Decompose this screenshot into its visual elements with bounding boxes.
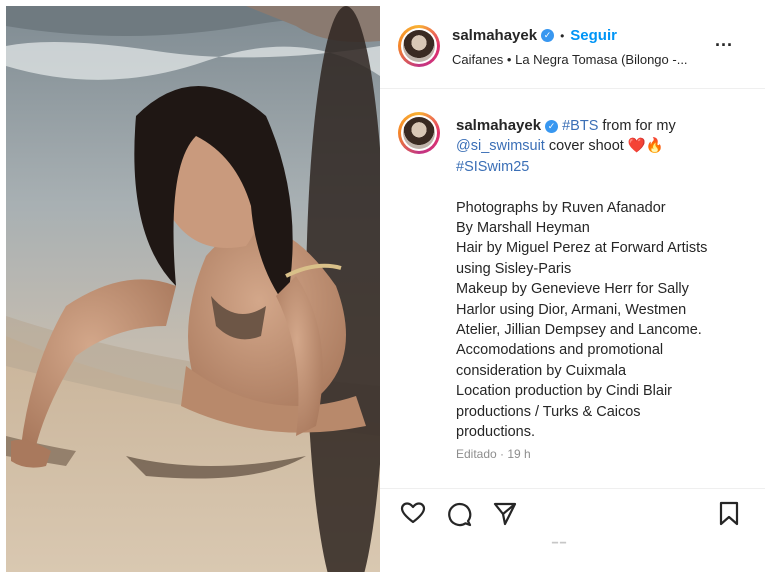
verified-badge-icon: ✓ [545,119,559,133]
paper-plane-icon[interactable] [492,501,518,527]
post-caption: salmahayek ✓ #BTS from for my @si_swimsui… [456,116,746,443]
caption-text: from for my [598,118,676,134]
loading-indicator: ━━ [552,538,569,549]
edited-label: Editado [456,447,497,461]
caption-avatar[interactable] [398,112,440,154]
verified-badge-icon: ✓ [541,29,555,43]
credit-line: consideration by Cuixmala [456,362,627,379]
hashtag-link[interactable]: #BTS [562,118,598,134]
credit-line: Hair by Miguel Perez at Forward Artists [456,240,708,257]
action-bar [380,488,765,533]
avatar-image [403,30,435,62]
caption-text: cover shoot ❤️🔥 [544,138,664,155]
caption-username-link[interactable]: salmahayek [456,117,541,134]
mention-link[interactable]: @si_swimsuit [456,138,545,154]
credit-line: Makeup by Genevieve Herr for Sally [456,281,689,298]
separator-dot: • [560,28,565,43]
bookmark-icon[interactable] [718,501,740,527]
caption-line: salmahayek ✓ #BTS from for my [456,116,746,136]
hashtag-link[interactable]: #SISwim25 [456,159,529,175]
avatar[interactable] [398,25,440,67]
post-meta: Editado · 19 h [456,447,531,461]
avatar-ring [401,28,437,64]
post-header: salmahayek ✓ • Seguir Caifanes • La Negra T… [380,0,765,89]
credit-line: Atelier, Jillian Dempsey and Lancome. [456,322,702,339]
credit-line: Photographs by Ruven Afanador [456,199,666,216]
avatar-ring [401,115,437,151]
header-user-row: salmahayek ✓ • Seguir [452,27,617,45]
follow-button[interactable]: Seguir [570,27,617,44]
heart-icon[interactable] [400,501,426,525]
beach-photo-image [6,6,380,572]
comment-icon[interactable] [446,501,472,527]
caption-line: @si_swimsuit cover shoot ❤️🔥 [456,136,746,156]
post-side-panel: salmahayek ✓ • Seguir Caifanes • La Negra T… [380,0,765,580]
more-options-icon[interactable]: ... [715,30,733,51]
credit-line: Accomodations and promotional [456,342,664,359]
avatar-image [403,117,435,149]
credit-line: productions. [456,424,535,441]
instagram-post: salmahayek ✓ • Seguir Caifanes • La Negra T… [0,0,765,580]
username-link[interactable]: salmahayek [452,27,537,44]
credit-line: Location production by Cindi Blair [456,383,673,400]
post-photo[interactable] [6,6,380,572]
credit-line: using Sisley-Paris [456,260,572,277]
credit-line: Harlor using Dior, Armani, Westmen [456,301,687,318]
credit-line: productions / Turks & Caicos [456,403,641,420]
credit-line: By Marshall Heyman [456,220,590,237]
timestamp[interactable]: 19 h [507,447,530,461]
caption-line: #SISwim25 [456,157,746,177]
audio-track-link[interactable]: Caifanes • La Negra Tomasa (Bilongo -... [452,52,702,67]
